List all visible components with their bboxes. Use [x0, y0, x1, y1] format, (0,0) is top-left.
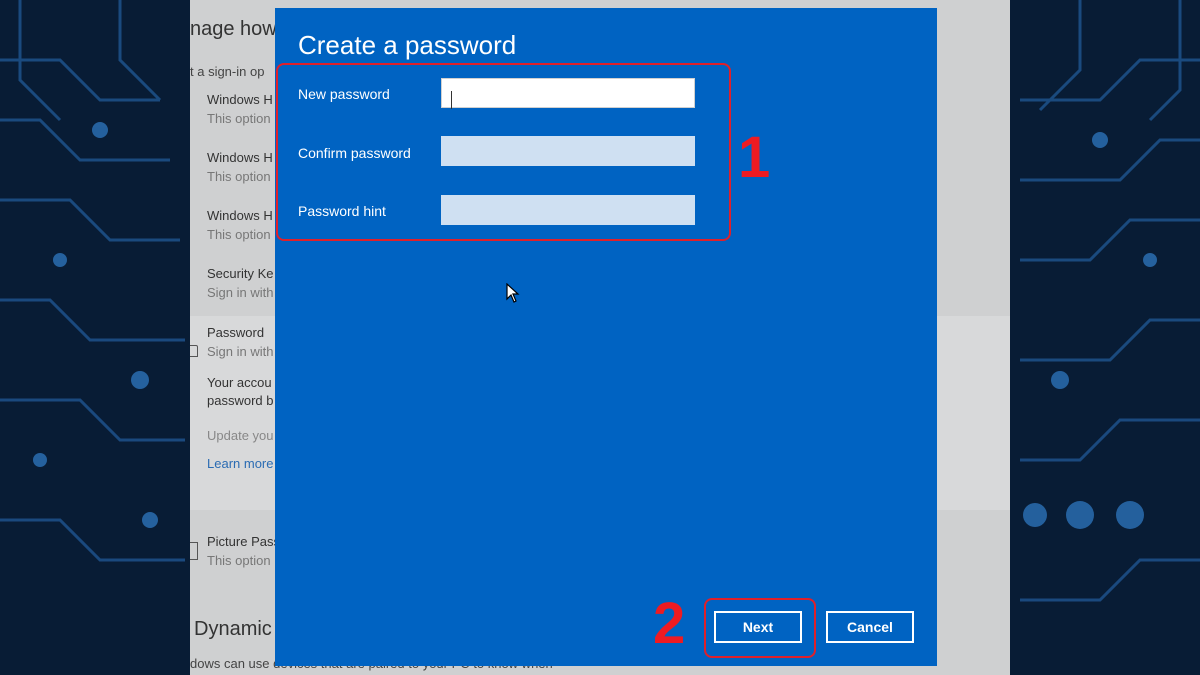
option-desc: This option	[207, 169, 271, 184]
option-desc: This option	[207, 111, 271, 126]
key-icon	[190, 345, 198, 357]
signin-option-windows-hello-pin[interactable]: Windows H This option	[207, 208, 273, 242]
mouse-cursor-icon	[506, 282, 520, 308]
option-title: Windows H	[207, 92, 273, 107]
annotation-box-next	[704, 598, 816, 658]
signin-option-windows-hello-face[interactable]: Windows H This option	[207, 92, 273, 126]
settings-subheading: t a sign-in op	[190, 64, 265, 79]
cancel-button[interactable]: Cancel	[826, 611, 914, 643]
option-desc: This option	[207, 553, 271, 568]
picture-icon	[190, 542, 198, 560]
option-desc: This option	[207, 227, 271, 242]
option-title: Picture Pass	[207, 534, 280, 549]
option-title: Windows H	[207, 150, 273, 165]
dynamic-lock-heading: Dynamic	[194, 618, 272, 640]
update-text: Update you	[207, 428, 274, 443]
option-title: Security Ke	[207, 266, 274, 281]
password-desc-line1: Your accou	[207, 375, 272, 390]
signin-option-picture-password[interactable]: Picture Pass This option	[207, 534, 280, 568]
annotation-box-fields	[276, 63, 731, 241]
dialog-title: Create a password	[298, 30, 517, 60]
password-description: Your accou password b	[207, 374, 273, 410]
annotation-step-2: 2	[653, 591, 686, 656]
signin-option-password[interactable]: Password Sign in with	[207, 325, 273, 359]
signin-option-windows-hello-fingerprint[interactable]: Windows H This option	[207, 150, 273, 184]
settings-heading: nage how	[190, 18, 277, 40]
signin-option-security-key[interactable]: Security Ke Sign in with	[207, 266, 273, 300]
option-title: Password	[207, 325, 265, 340]
option-title: Windows H	[207, 208, 273, 223]
learn-more-link[interactable]: Learn more	[207, 456, 273, 471]
annotation-step-1: 1	[738, 125, 771, 190]
option-desc: Sign in with	[207, 285, 274, 300]
option-desc: Sign in with	[207, 344, 274, 359]
password-desc-line2: password b	[207, 393, 274, 408]
